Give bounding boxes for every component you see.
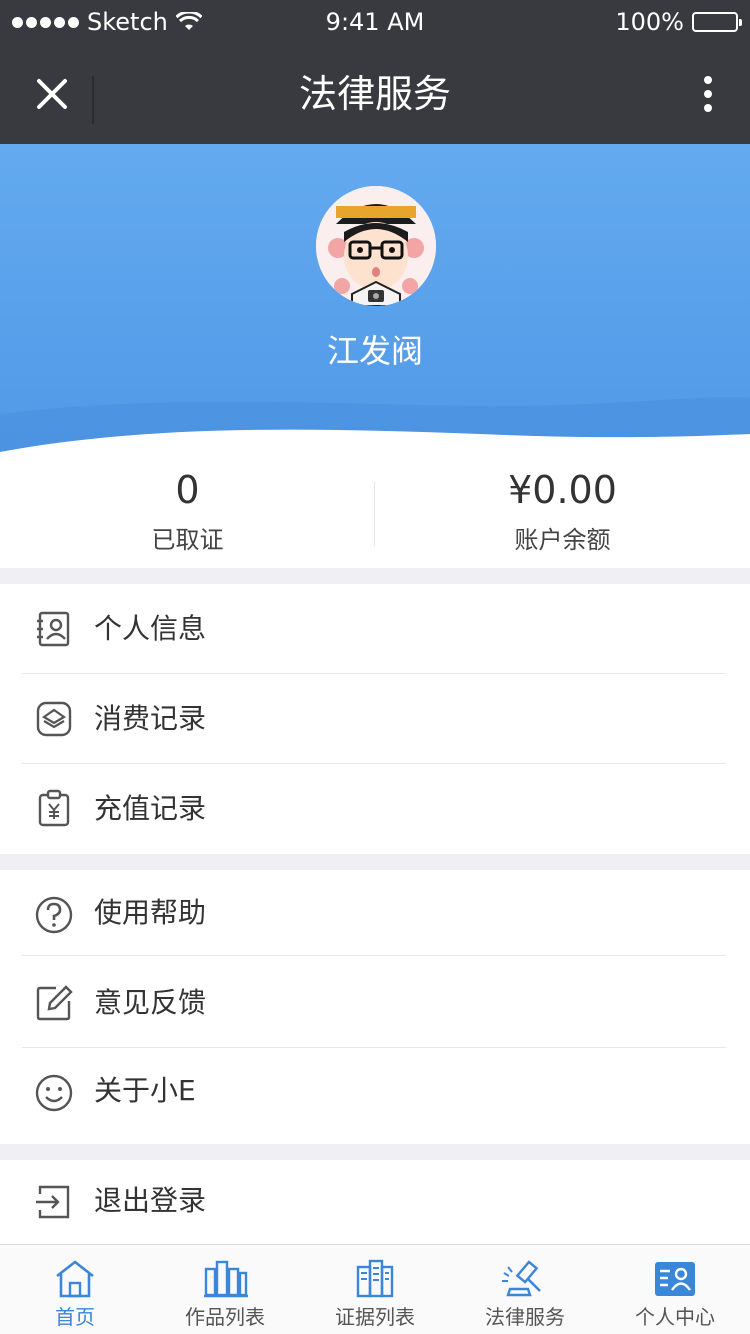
menu-item-label: 意见反馈 — [94, 986, 207, 1019]
status-right: 100% — [615, 8, 742, 36]
stat-value: 0 — [175, 468, 200, 512]
menu-item-label: 充值记录 — [94, 792, 207, 825]
tab-label: 作品列表 — [185, 1305, 265, 1329]
stat-label: 账户余额 — [514, 526, 611, 554]
section-gap — [0, 854, 750, 870]
menu-item-feedback[interactable]: 意见反馈 — [0, 956, 750, 1048]
home-icon — [56, 1260, 94, 1298]
menu-item-logout[interactable]: 退出登录 — [0, 1160, 750, 1244]
tab-works[interactable]: 作品列表 — [150, 1245, 300, 1334]
edit-icon — [36, 985, 73, 1021]
tab-label: 首页 — [55, 1305, 95, 1329]
menu-item-recharge[interactable]: 充值记录 — [0, 764, 750, 854]
tab-bar: 首页 作品列表 证据列表 法律服务 个人中心 — [0, 1244, 750, 1334]
menu-item-label: 关于小E — [94, 1074, 196, 1107]
tab-legal-service[interactable]: 法律服务 — [450, 1245, 600, 1334]
menu-group-account: 个人信息 消费记录 充值记录 — [0, 584, 750, 854]
evidence-icon — [356, 1259, 394, 1298]
stat-balance[interactable]: ¥0.00 账户余额 — [375, 466, 750, 560]
tab-label: 法律服务 — [485, 1305, 565, 1329]
menu-group-support: 使用帮助 意见反馈 关于小E — [0, 870, 750, 1144]
battery-icon — [692, 12, 742, 32]
profile-header: 江发阀 — [0, 144, 750, 454]
recharge-icon — [38, 789, 70, 827]
username: 江发阀 — [326, 332, 423, 370]
stat-value: ¥0.00 — [508, 468, 617, 512]
tab-home[interactable]: 首页 — [0, 1245, 150, 1334]
more-dot — [704, 90, 712, 98]
stats-panel: 0 已取证 ¥0.00 账户余额 — [0, 454, 750, 568]
avatar[interactable] — [316, 186, 436, 306]
menu-item-label: 个人信息 — [94, 612, 207, 645]
question-icon — [35, 896, 73, 934]
avatar-image — [316, 186, 436, 306]
menu-group-logout: 退出登录 — [0, 1160, 750, 1244]
more-button[interactable] — [686, 66, 730, 122]
menu-item-label: 退出登录 — [94, 1184, 207, 1217]
smiley-icon — [35, 1074, 73, 1112]
more-dot — [704, 76, 712, 84]
status-bar: Sketch 9:41 AM 100% — [0, 0, 750, 44]
nav-bar: 法律服务 — [0, 44, 750, 144]
logout-icon — [36, 1185, 70, 1219]
consumption-icon — [36, 701, 72, 737]
tab-evidence[interactable]: 证据列表 — [300, 1245, 450, 1334]
tab-label: 证据列表 — [335, 1305, 415, 1329]
menu-item-label: 使用帮助 — [94, 896, 207, 929]
gavel-icon — [502, 1260, 541, 1297]
more-dot — [704, 104, 712, 112]
page-title: 法律服务 — [298, 72, 451, 116]
stat-evidence[interactable]: 0 已取证 — [0, 466, 375, 560]
section-gap — [0, 568, 750, 584]
tab-label: 个人中心 — [635, 1305, 715, 1329]
user-center-icon — [655, 1262, 695, 1296]
menu-item-help[interactable]: 使用帮助 — [0, 870, 750, 956]
menu-item-about[interactable]: 关于小E — [0, 1048, 750, 1144]
works-icon — [204, 1260, 248, 1298]
stat-label: 已取证 — [151, 526, 224, 554]
battery-percent: 100% — [615, 8, 684, 36]
wave-decoration — [0, 397, 750, 454]
section-gap — [0, 1144, 750, 1160]
menu-item-label: 消费记录 — [94, 702, 207, 735]
tab-user-center[interactable]: 个人中心 — [600, 1245, 750, 1334]
menu-item-personal-info[interactable]: 个人信息 — [0, 584, 750, 674]
id-card-icon — [37, 611, 70, 647]
menu-item-consumption[interactable]: 消费记录 — [0, 674, 750, 764]
